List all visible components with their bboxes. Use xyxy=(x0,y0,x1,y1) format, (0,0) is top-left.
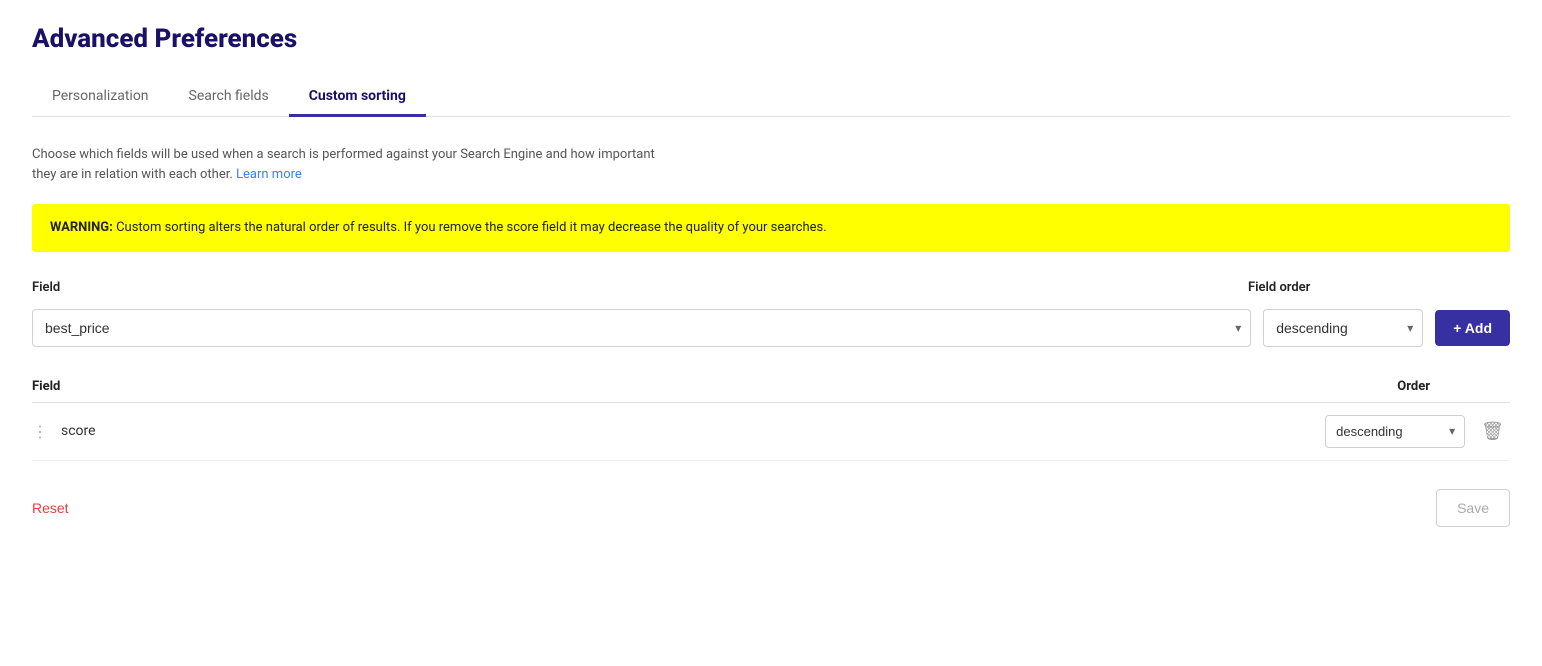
field-selector-label: Field xyxy=(32,280,1236,295)
order-dropdown-group: descending ascending ▾ xyxy=(1263,309,1423,347)
tab-custom-sorting[interactable]: Custom sorting xyxy=(289,78,426,117)
table-header: Field Order xyxy=(32,371,1510,403)
tab-personalization[interactable]: Personalization xyxy=(32,78,169,117)
reset-button[interactable]: Reset xyxy=(32,500,69,516)
row-field-name: score xyxy=(61,423,1325,439)
learn-more-link[interactable]: Learn more xyxy=(236,167,302,182)
row-order-dropdown-group: descending ascending ▾ xyxy=(1325,415,1465,448)
field-dropdown-group: best_price score price name date ▾ xyxy=(32,309,1251,347)
table-body: ⋮ score descending ascending ▾ 🗑 xyxy=(32,403,1510,461)
selector-labels: Field Field order xyxy=(32,280,1510,301)
add-button[interactable]: + Add xyxy=(1435,310,1510,346)
tabs-container: Personalization Search fields Custom sor… xyxy=(32,78,1510,117)
field-order-selector-label: Field order xyxy=(1248,280,1408,295)
field-select[interactable]: best_price score price name date xyxy=(32,309,1251,347)
table-row: ⋮ score descending ascending ▾ 🗑 xyxy=(32,403,1510,461)
table-column-order: Order xyxy=(1397,379,1430,394)
order-select[interactable]: descending ascending xyxy=(1263,309,1423,347)
row-order-select[interactable]: descending ascending xyxy=(1325,415,1465,448)
tab-search-fields[interactable]: Search fields xyxy=(169,78,289,117)
page-title: Advanced Preferences xyxy=(32,24,1510,54)
drag-handle-icon[interactable]: ⋮ xyxy=(32,422,49,441)
row-controls: descending ascending ▾ 🗑 xyxy=(1325,415,1510,448)
description-text: Choose which fields will be used when a … xyxy=(32,145,672,184)
footer-actions: Reset Save xyxy=(32,461,1510,527)
table-column-field: Field xyxy=(32,379,60,394)
delete-row-button[interactable]: 🗑 xyxy=(1475,417,1510,446)
save-button: Save xyxy=(1436,489,1510,527)
field-selector-row: best_price score price name date ▾ desce… xyxy=(32,309,1510,347)
warning-banner: WARNING: Custom sorting alters the natur… xyxy=(32,204,1510,252)
